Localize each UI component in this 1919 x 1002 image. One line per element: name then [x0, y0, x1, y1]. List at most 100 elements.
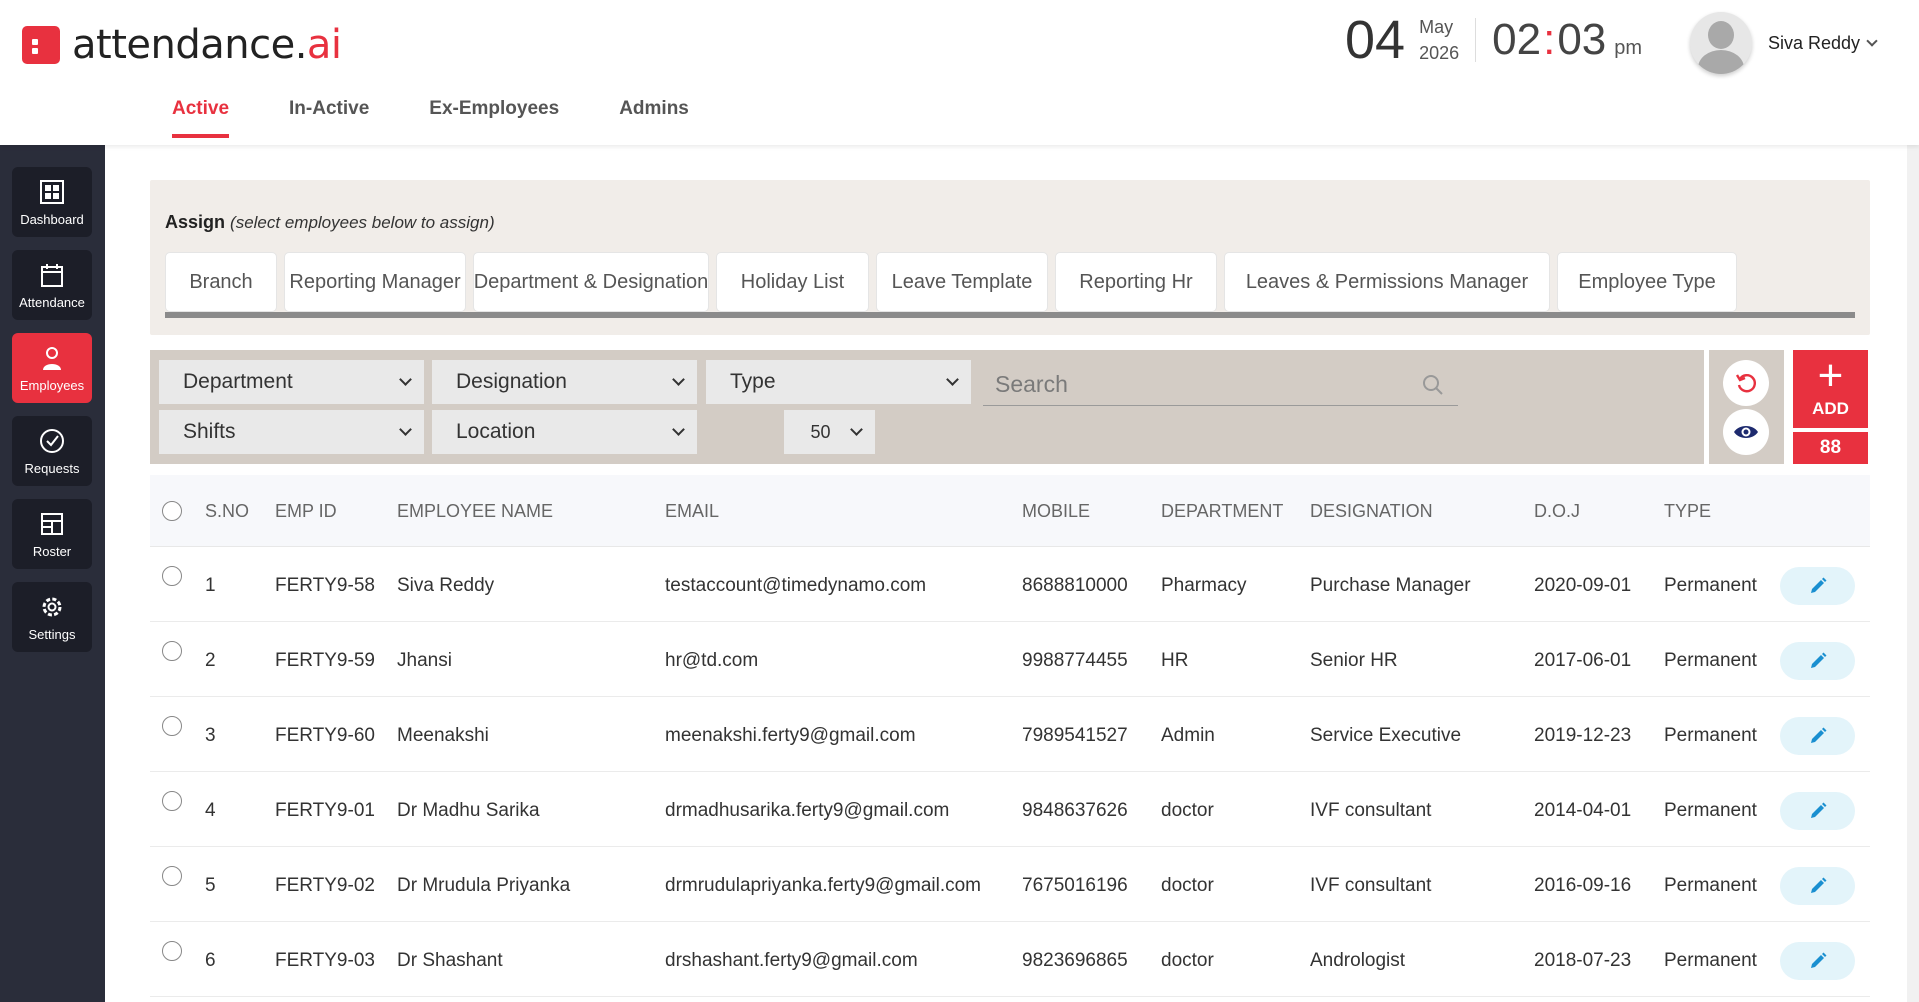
- cell-mobile: 9848637626: [1022, 800, 1128, 821]
- table-row[interactable]: 6 FERTY9-03 Dr Shashant drshashant.ferty9@g…: [150, 922, 1870, 997]
- row-select-radio[interactable]: [162, 941, 182, 961]
- row-select-radio[interactable]: [162, 641, 182, 661]
- page-size-select[interactable]: 50: [784, 410, 875, 454]
- location-select[interactable]: Location: [432, 410, 697, 454]
- search-icon[interactable]: [1422, 374, 1444, 396]
- cell-sno: 2: [205, 650, 216, 671]
- cell-doj: 2017-06-01: [1534, 650, 1632, 671]
- cell-doj: 2016-09-16: [1534, 875, 1632, 896]
- logo-text: attendance.: [72, 22, 307, 68]
- assign-employee-type-button[interactable]: Employee Type: [1557, 252, 1737, 312]
- type-select[interactable]: Type: [706, 360, 971, 404]
- check-circle-icon: [40, 429, 64, 453]
- edit-employee-button[interactable]: [1780, 642, 1855, 680]
- cell-department: Admin: [1161, 725, 1215, 746]
- cell-email: meenakshi.ferty9@gmail.com: [665, 725, 916, 746]
- cell-department: doctor: [1161, 875, 1214, 896]
- user-menu[interactable]: Siva Reddy: [1690, 12, 1878, 74]
- action-buttons: [1709, 350, 1784, 464]
- cell-employee-name: Dr Madhu Sarika: [397, 800, 540, 821]
- table-header-row: S.NO EMP ID EMPLOYEE NAME EMAIL MOBILE D…: [150, 475, 1870, 547]
- vertical-scrollbar[interactable]: [1907, 145, 1919, 1002]
- chevron-down-icon[interactable]: [1866, 35, 1878, 47]
- column-header-email: EMAIL: [665, 501, 720, 521]
- pencil-icon: [1810, 802, 1826, 818]
- cell-mobile: 7989541527: [1022, 725, 1128, 746]
- column-header-department: DEPARTMENT: [1161, 501, 1284, 521]
- cell-employee-name: Siva Reddy: [397, 575, 495, 596]
- assign-reporting-hr-button[interactable]: Reporting Hr: [1055, 252, 1217, 312]
- assign-hint: (select employees below to assign): [230, 213, 495, 232]
- app-logo[interactable]: attendance.ai: [22, 22, 342, 68]
- cell-employee-name: Dr Shashant: [397, 950, 503, 971]
- sidebar-item-roster[interactable]: Roster: [12, 499, 92, 569]
- assign-leave-template-button[interactable]: Leave Template: [876, 252, 1048, 312]
- user-name[interactable]: Siva Reddy: [1768, 33, 1860, 54]
- cell-emp-id: FERTY9-60: [275, 725, 375, 746]
- am-pm: pm: [1614, 36, 1643, 59]
- edit-employee-button[interactable]: [1780, 717, 1855, 755]
- edit-employee-button[interactable]: [1780, 942, 1855, 980]
- eye-icon: [1734, 426, 1758, 438]
- assign-holiday-list-button[interactable]: Holiday List: [716, 252, 869, 312]
- cell-designation: IVF consultant: [1310, 800, 1432, 821]
- table-row[interactable]: 2 FERTY9-59 Jhansi hr@td.com 9988774455 HR Sen…: [150, 622, 1870, 697]
- current-minute: 03: [1557, 15, 1607, 64]
- sidebar-item-dashboard[interactable]: Dashboard: [12, 167, 92, 237]
- assign-panel: Assign (select employees below to assign…: [150, 180, 1870, 335]
- tab-active[interactable]: Active: [172, 98, 230, 138]
- assign-reporting-manager-button[interactable]: Reporting Manager: [284, 252, 466, 312]
- time-colon: :: [1543, 15, 1556, 64]
- cell-email: drmadhusarika.ferty9@gmail.com: [665, 800, 950, 821]
- avatar[interactable]: [1690, 12, 1752, 74]
- reset-filters-button[interactable]: [1723, 360, 1769, 406]
- cell-emp-id: FERTY9-03: [275, 950, 375, 971]
- search-input[interactable]: [983, 366, 1403, 402]
- sidebar-item-employees[interactable]: Employees: [12, 333, 92, 403]
- edit-employee-button[interactable]: [1780, 867, 1855, 905]
- row-select-radio[interactable]: [162, 566, 182, 586]
- chevron-down-icon: [850, 423, 863, 436]
- assign-leaves-permissions-manager-button[interactable]: Leaves & Permissions Manager: [1224, 252, 1550, 312]
- sidebar: Dashboard Attendance Employees Requests …: [0, 145, 105, 1002]
- edit-employee-button[interactable]: [1780, 567, 1855, 605]
- column-header-doj: D.O.J: [1534, 501, 1581, 521]
- row-select-radio[interactable]: [162, 866, 182, 886]
- pencil-icon: [1810, 652, 1826, 668]
- cell-type: Permanent: [1664, 800, 1757, 821]
- designation-select[interactable]: Designation: [432, 360, 697, 404]
- assign-buttons-scroller[interactable]: Branch Reporting Manager Department & De…: [165, 252, 1855, 318]
- cell-department: doctor: [1161, 950, 1214, 971]
- table-body: 1 FERTY9-58 Siva Reddy testaccount@timedyna…: [150, 547, 1870, 997]
- sidebar-item-attendance[interactable]: Attendance: [12, 250, 92, 320]
- assign-branch-button[interactable]: Branch: [165, 252, 277, 312]
- logo-icon: [22, 26, 60, 64]
- table-row[interactable]: 1 FERTY9-58 Siva Reddy testaccount@timedyna…: [150, 547, 1870, 622]
- tab-in-active[interactable]: In-Active: [289, 98, 369, 138]
- sidebar-item-requests[interactable]: Requests: [12, 416, 92, 486]
- sidebar-item-settings[interactable]: Settings: [12, 582, 92, 652]
- chevron-down-icon: [672, 423, 685, 436]
- cell-type: Permanent: [1664, 875, 1757, 896]
- row-select-radio[interactable]: [162, 716, 182, 736]
- department-select[interactable]: Department: [159, 360, 424, 404]
- tab-ex-employees[interactable]: Ex-Employees: [429, 98, 559, 138]
- table-row[interactable]: 3 FERTY9-60 Meenakshi meenakshi.ferty9@gmai…: [150, 697, 1870, 772]
- table-row[interactable]: 5 FERTY9-02 Dr Mrudula Priyanka drmrudulapr…: [150, 847, 1870, 922]
- cell-sno: 3: [205, 725, 216, 746]
- edit-employee-button[interactable]: [1780, 792, 1855, 830]
- row-select-radio[interactable]: [162, 791, 182, 811]
- date-time-divider: [1475, 18, 1477, 62]
- shifts-select[interactable]: Shifts: [159, 410, 424, 454]
- add-employee-button[interactable]: + ADD: [1793, 350, 1868, 428]
- assign-department-designation-button[interactable]: Department & Designation: [473, 252, 709, 312]
- view-button[interactable]: [1723, 409, 1769, 455]
- cell-email: testaccount@timedynamo.com: [665, 575, 927, 596]
- cell-designation: Purchase Manager: [1310, 575, 1471, 596]
- select-all-radio[interactable]: [162, 501, 182, 521]
- cell-type: Permanent: [1664, 950, 1757, 971]
- cell-sno: 1: [205, 575, 216, 596]
- pencil-icon: [1810, 877, 1826, 893]
- table-row[interactable]: 4 FERTY9-01 Dr Madhu Sarika drmadhusarika.f…: [150, 772, 1870, 847]
- tab-admins[interactable]: Admins: [619, 98, 689, 138]
